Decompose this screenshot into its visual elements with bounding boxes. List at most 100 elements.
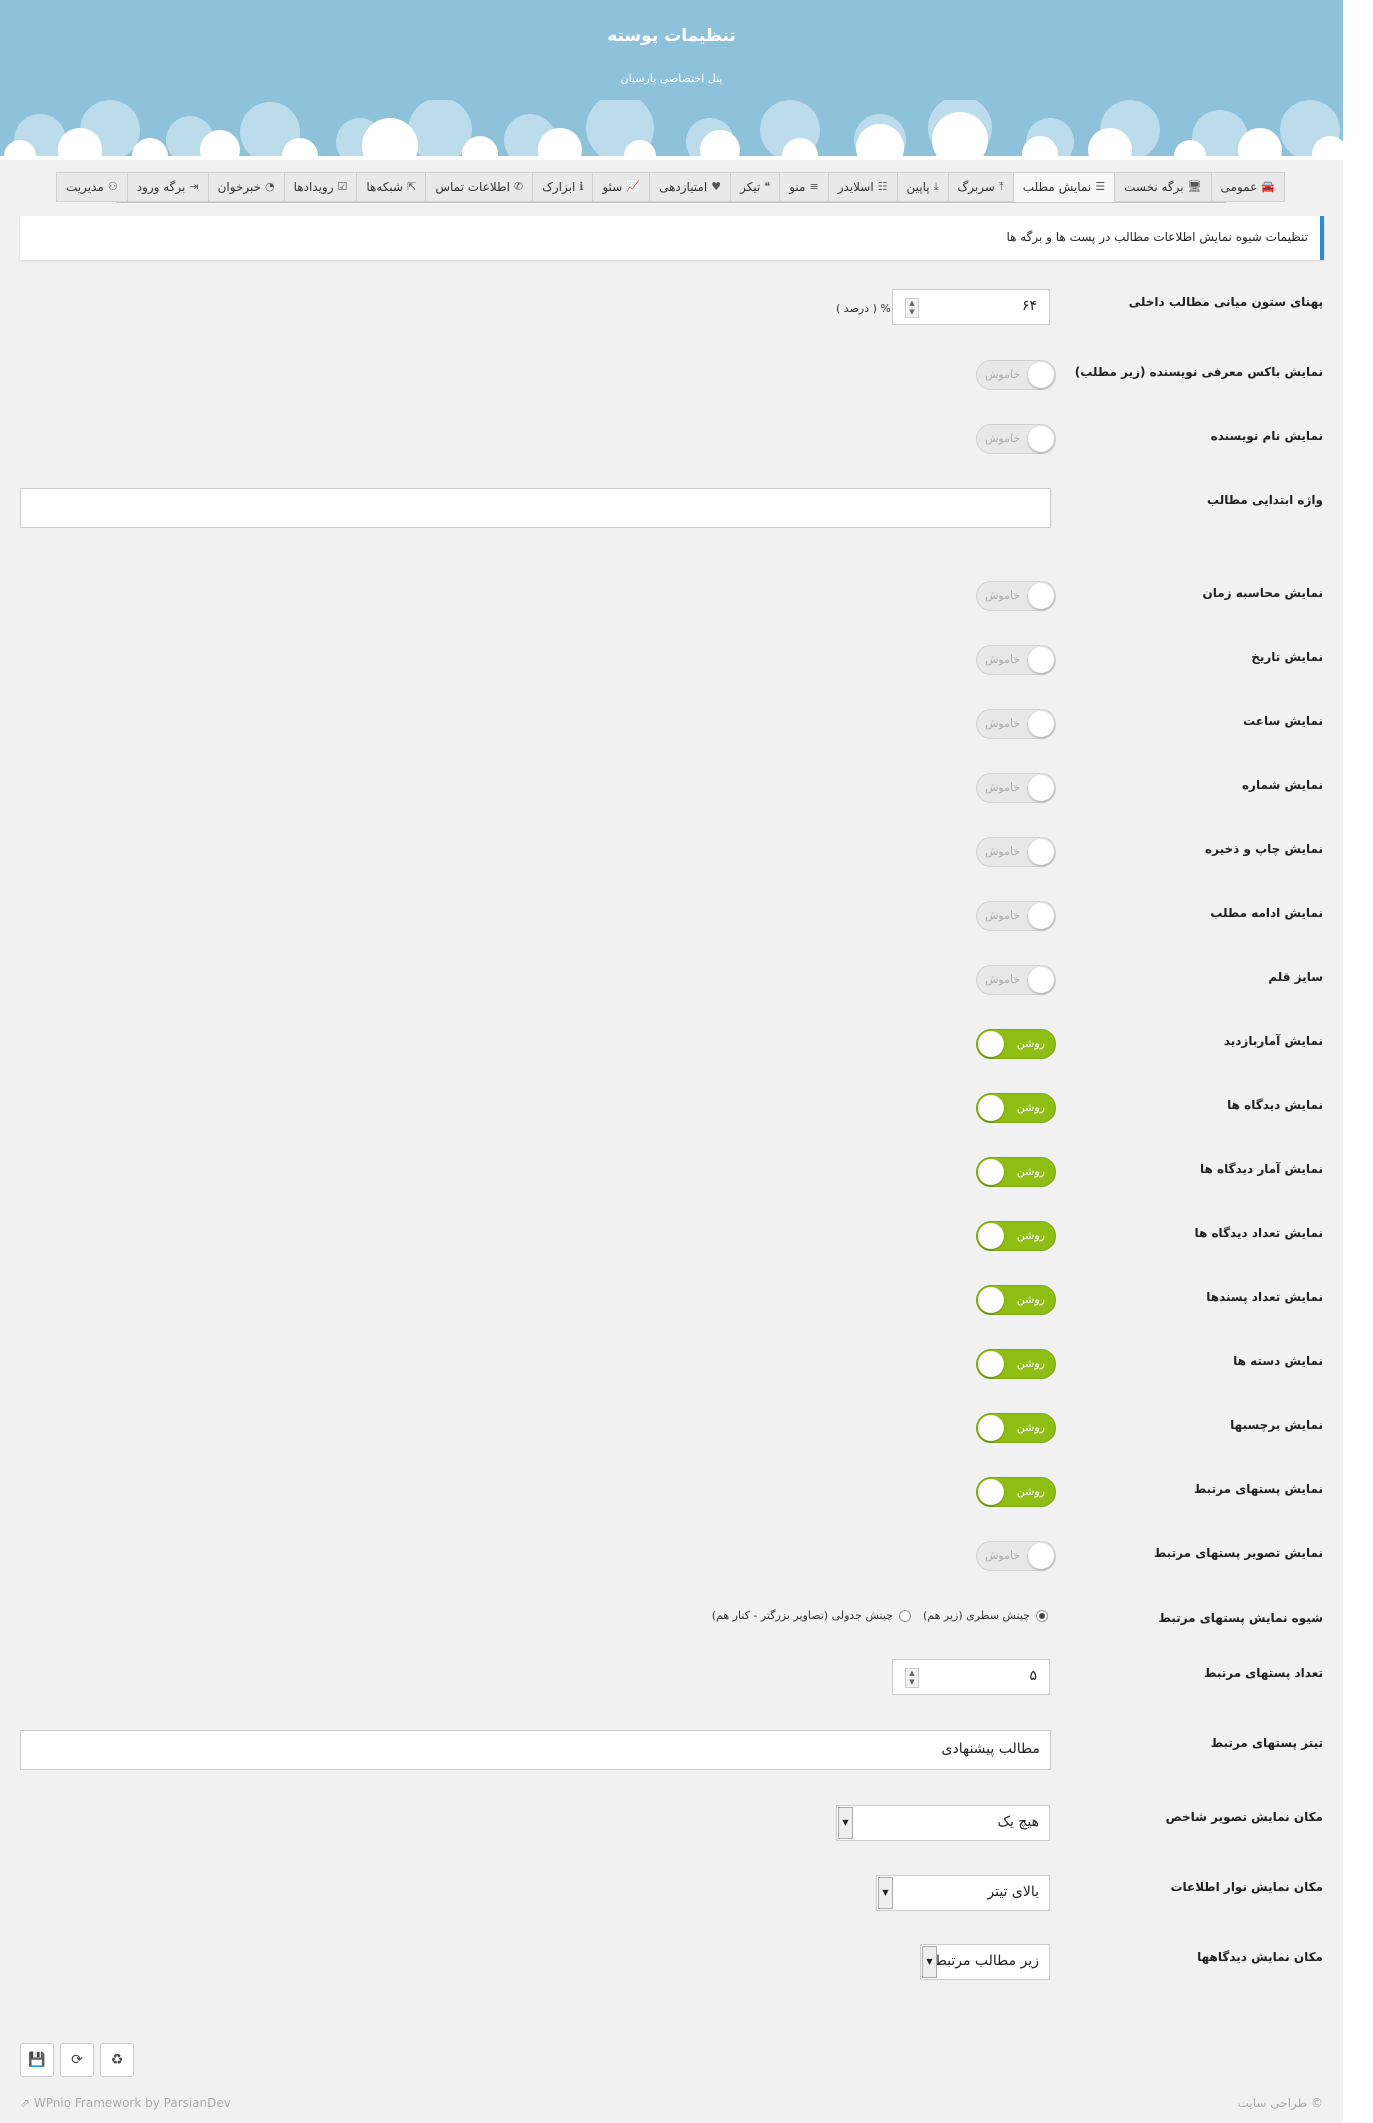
tab-3[interactable]: ⤒ سربرگ: [947, 172, 1014, 202]
toggle-switch[interactable]: روشن: [976, 1221, 1056, 1251]
toggle-switch[interactable]: خاموش: [976, 581, 1056, 611]
tab-9[interactable]: 📈 سئو: [592, 172, 651, 202]
related-title-input[interactable]: مطالب پیشنهادی: [20, 1730, 1051, 1770]
toggle-row-label: نمایش چاپ و ذخیره: [1205, 842, 1323, 856]
toggle-switch[interactable]: روشن: [976, 1093, 1056, 1123]
tab-bar: 🚘 عمومی 🖥 برگه نخست ☰ نمایش مطلب ⤒ سربرگ ⤓ پاپین ☷…: [56, 172, 1285, 203]
tab-8[interactable]: ♥ امتیازدهی: [649, 172, 732, 202]
chevron-down-icon[interactable]: ▼: [922, 1946, 937, 1978]
tab-14[interactable]: ◔ خبرخوان: [207, 172, 285, 202]
tab-16[interactable]: ⚇ مدیریت: [56, 172, 128, 202]
tab-10[interactable]: ℹ ابزارک: [532, 172, 594, 202]
related-title-label: تیتر پستهای مرتبط: [1210, 1736, 1323, 1750]
toggle-state-text: خاموش: [985, 368, 1021, 381]
arrow-down-icon: ⤓: [933, 180, 939, 193]
tab-5[interactable]: ☷ اسلایدر: [827, 172, 898, 202]
heart-icon: ♥: [711, 180, 722, 193]
tab-0[interactable]: 🚘 عمومی: [1210, 172, 1285, 202]
tab-label: پاپین: [906, 180, 930, 194]
tab-7[interactable]: ❝ تیکر: [730, 172, 781, 202]
clouds-decoration: [0, 100, 1343, 160]
tab-6[interactable]: ≡ منو: [779, 172, 829, 202]
toggle-state-text: روشن: [1016, 1229, 1045, 1242]
tab-label: نمایش مطلب: [1022, 180, 1092, 194]
thumb-position-label: مکان نمایش تصویر شاخص: [1165, 1810, 1323, 1824]
related-count-input[interactable]: ۵ ▲ ▼: [892, 1659, 1050, 1695]
save-button[interactable]: 💾: [20, 2043, 54, 2077]
save-icon: 💾: [28, 2052, 46, 2068]
refresh-button[interactable]: ⟳: [60, 2043, 94, 2077]
toggle-state-text: روشن: [1016, 1357, 1045, 1370]
toggle-knob: [978, 1095, 1004, 1121]
chevron-down-icon[interactable]: ▼: [838, 1807, 853, 1839]
section-heading-text: تنظیمات شیوه نمایش اطلاعات مطالب در پست …: [1006, 230, 1308, 244]
tab-label: سئو: [602, 180, 623, 194]
tab-label: امتیازدهی: [659, 180, 708, 194]
toggle-knob: [1028, 775, 1054, 801]
toggle-row-label: سایز قلم: [1268, 970, 1323, 984]
tab-11[interactable]: ✆ اطلاعات تماس: [425, 172, 534, 202]
toggle-knob: [978, 1159, 1004, 1185]
calendar-check-icon: ☑: [337, 180, 348, 193]
info-bar-position-select[interactable]: بالای تیتر ▼: [876, 1875, 1050, 1911]
comments-position-select[interactable]: زیر مطالب مرتبط ▼: [920, 1944, 1050, 1980]
page-subtitle: پنل اختصاصی پارسیان: [620, 72, 723, 85]
toggle-switch[interactable]: روشن: [976, 1029, 1056, 1059]
related-count-spinner[interactable]: ▲ ▼: [905, 1668, 919, 1688]
tab-2[interactable]: ☰ نمایش مطلب: [1012, 172, 1116, 202]
toggle-switch[interactable]: خاموش: [976, 965, 1056, 995]
page-title: تنظیمات پوسته: [607, 26, 736, 46]
toggle-switch[interactable]: خاموش: [976, 773, 1056, 803]
toggle-switch[interactable]: روشن: [976, 1477, 1056, 1507]
tab-1[interactable]: 🖥 برگه نخست: [1114, 172, 1212, 202]
tab-4[interactable]: ⤓ پاپین: [896, 172, 949, 202]
toggle-row-label: نمایش تعداد پسندها: [1206, 1290, 1323, 1304]
toggle-switch[interactable]: خاموش: [976, 837, 1056, 867]
toggle-row-label: نمایش شماره: [1241, 778, 1323, 792]
info-bar-position-label: مکان نمایش نوار اطلاعات: [1170, 1880, 1323, 1894]
toggle-row-label: نمایش دیدگاه ها: [1227, 1098, 1323, 1112]
toggle-state-text: خاموش: [985, 653, 1021, 666]
toggle-knob: [978, 1223, 1004, 1249]
desktop-icon: 🖥: [1187, 180, 1202, 193]
toggle-state-text: خاموش: [985, 717, 1021, 730]
intro-word-input[interactable]: [20, 488, 1051, 528]
width-spinner[interactable]: ▲ ▼: [905, 298, 919, 318]
toggle-knob: [978, 1351, 1004, 1377]
tab-label: برگه ورود: [136, 180, 186, 194]
related-style-radio-row[interactable]: [1036, 1609, 1048, 1622]
related-style-radio-grid[interactable]: [898, 1609, 911, 1622]
thumb-position-select[interactable]: هیچ یک ▼: [836, 1805, 1050, 1841]
intro-word-label: واژه ابتدایی مطالب: [1207, 493, 1323, 507]
related-style-option-grid: چینش جدولی (تصاویر بزرگتر - کنار هم): [711, 1609, 893, 1622]
toggle-switch[interactable]: خاموش: [976, 901, 1056, 931]
toggle-knob: [1028, 967, 1054, 993]
footer-copyright[interactable]: © طراحی سایت: [1238, 2096, 1323, 2110]
external-link-icon: ⇗: [20, 2096, 31, 2110]
reset-button[interactable]: ♻: [100, 2043, 134, 2077]
toggle-row-label: نمایش تصویر پستهای مرتبط: [1153, 1546, 1323, 1560]
chevron-down-icon[interactable]: ▼: [878, 1877, 893, 1909]
toggle-switch[interactable]: روشن: [976, 1157, 1056, 1187]
framework-credit[interactable]: ⇗ WPnio Framework by ParsianDev: [20, 2096, 231, 2110]
sign-in-icon: ⇥: [189, 180, 199, 193]
toggle-switch[interactable]: خاموش: [976, 1541, 1056, 1571]
author-box-label: نمایش باکس معرفی نویسنده (زیر مطلب): [1074, 365, 1323, 379]
toggle-row-label: نمایش پستهای مرتبط: [1193, 1482, 1323, 1496]
width-input[interactable]: ۶۴ ▲ ▼: [892, 289, 1050, 325]
toggle-switch[interactable]: خاموش: [976, 645, 1056, 675]
author-name-toggle[interactable]: خاموش: [976, 424, 1056, 454]
tab-15[interactable]: ⇥ برگه ورود: [126, 172, 209, 202]
tab-12[interactable]: ⇱ شبکه‌ها: [356, 172, 427, 202]
toggle-switch[interactable]: خاموش: [976, 709, 1056, 739]
toggle-row-label: نمایش آمار دیدگاه ها: [1199, 1162, 1323, 1176]
toggle-knob: [978, 1031, 1004, 1057]
tab-13[interactable]: ☑ رویدادها: [283, 172, 358, 202]
related-style-option-row: چینش سطری (زیر هم): [922, 1609, 1030, 1622]
toggle-switch[interactable]: روشن: [976, 1349, 1056, 1379]
width-input-value: ۶۴: [1021, 298, 1037, 314]
toggle-switch[interactable]: روشن: [976, 1285, 1056, 1315]
toggle-switch[interactable]: روشن: [976, 1413, 1056, 1443]
toggle-state-text: خاموش: [985, 909, 1021, 922]
author-box-toggle[interactable]: خاموش: [976, 360, 1056, 390]
